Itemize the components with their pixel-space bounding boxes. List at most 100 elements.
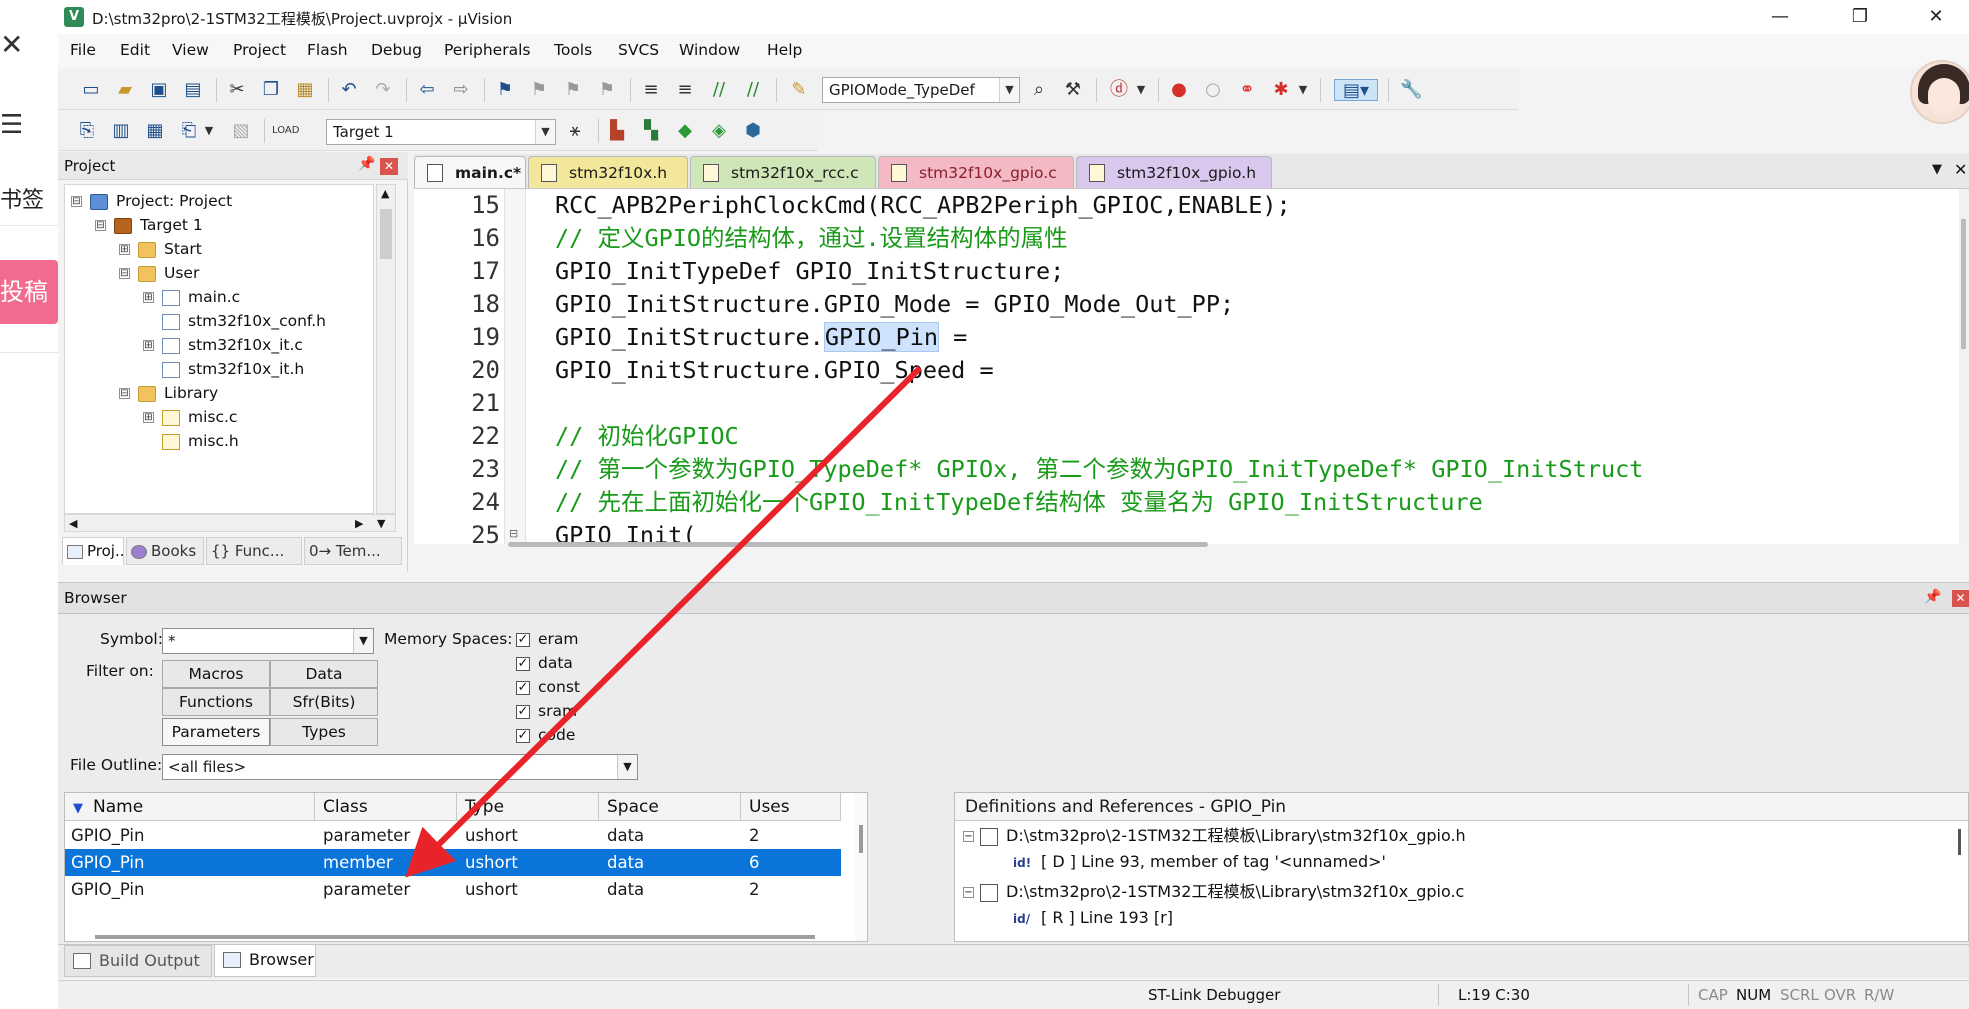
copy-icon[interactable]: ❐ (260, 79, 282, 101)
chevron-down-icon[interactable]: ▼ (1130, 79, 1152, 101)
comment-selection-icon[interactable]: // (708, 79, 730, 101)
checkbox-code[interactable]: ✓ code (516, 726, 575, 744)
definition-file-row[interactable]: − D:\stm32pro\2-1STM32工程模板\Library\stm32f… (963, 879, 1464, 905)
tree-item-misc-c[interactable]: ⊞ misc.c (143, 405, 237, 429)
tree-item-project[interactable]: ⊟ Project: Project (71, 189, 232, 213)
enable-breakpoint-icon[interactable]: ○ (1202, 79, 1224, 101)
fold-margin[interactable]: ⊟ (504, 189, 526, 544)
target-combo[interactable]: Target 1 ▼ (326, 119, 556, 145)
check-icon[interactable]: ✓ (516, 728, 530, 743)
hamburger-menu-icon[interactable]: ☰ (0, 112, 23, 138)
tree-item-misc-h[interactable]: misc.h (162, 429, 239, 453)
navigate-back-icon[interactable]: ⇦ (416, 79, 438, 101)
select-packs-icon[interactable]: ◆ (674, 120, 696, 142)
code-line[interactable]: GPIO_InitStructure.GPIO_Speed = (555, 354, 994, 387)
pin-icon[interactable]: 📌 (358, 156, 375, 172)
menu-help[interactable]: Help (767, 41, 802, 59)
menu-view[interactable]: View (172, 41, 209, 59)
pin-icon[interactable]: 📌 (1924, 589, 1941, 605)
chevron-down-icon[interactable]: ▼ (198, 120, 220, 142)
menu-window[interactable]: Window (679, 41, 740, 59)
close-icon[interactable]: ✕ (0, 28, 23, 61)
check-icon[interactable]: ✓ (516, 656, 530, 671)
expand-icon[interactable]: ⊞ (143, 340, 154, 351)
tab-stm32f10x-gpio-h[interactable]: stm32f10x_gpio.h (1076, 156, 1272, 188)
next-bookmark-icon[interactable]: ⚑ (562, 79, 584, 101)
navigate-forward-icon[interactable]: ⇨ (450, 79, 472, 101)
find-combo[interactable]: GPIOMode_TypeDef ▼ (822, 77, 1020, 103)
disable-breakpoints-icon[interactable]: ⚭ (1236, 79, 1258, 101)
window-layout-icon[interactable]: ▤▾ (1334, 79, 1378, 101)
unindent-icon[interactable]: ≡ (674, 79, 696, 101)
filter-functions-button[interactable]: Functions (162, 688, 270, 716)
build-icon[interactable]: ▥ (110, 120, 132, 142)
tree-item-start[interactable]: ⊞ Start (119, 237, 202, 261)
scroll-thumb[interactable] (859, 825, 863, 853)
menu-svcs[interactable]: SVCS (618, 41, 659, 59)
defs-scroll-thumb[interactable] (1958, 829, 1961, 855)
open-file-icon[interactable]: ▰ (114, 79, 136, 101)
check-icon[interactable]: ✓ (516, 632, 530, 647)
tab-stm32f10x-h[interactable]: stm32f10x.h (528, 156, 688, 188)
translate-icon[interactable]: ⎘ (76, 120, 98, 142)
scroll-thumb[interactable] (380, 209, 392, 259)
manage-multi-project-icon[interactable]: ▚ (640, 120, 662, 142)
menu-tools[interactable]: Tools (554, 41, 592, 59)
rebuild-icon[interactable]: ▦ (144, 120, 166, 142)
chevron-down-icon[interactable]: ▼ (353, 629, 373, 653)
table-horizontal-scrollbar[interactable] (95, 935, 815, 939)
tab-functions[interactable]: {} Func... (206, 537, 302, 565)
previous-bookmark-icon[interactable]: ⚑ (528, 79, 550, 101)
fold-toggle-icon[interactable]: ⊟ (509, 527, 518, 540)
scroll-thumb[interactable] (1961, 219, 1966, 349)
manage-run-time-environment-icon[interactable]: ◈ (708, 120, 730, 142)
chevron-down-icon[interactable]: ▼ (999, 78, 1019, 102)
tree-item-user[interactable]: ⊟ User (119, 261, 199, 285)
check-icon[interactable]: ✓ (516, 704, 530, 719)
collapse-icon[interactable]: − (963, 831, 974, 842)
code-line[interactable]: RCC_APB2PeriphClockCmd(RCC_APB2Periph_GP… (555, 189, 1291, 222)
tab-project[interactable]: Proj... (62, 537, 129, 565)
tab-browser[interactable]: Browser (214, 945, 316, 977)
close-panel-button[interactable]: ✕ (1952, 590, 1969, 607)
filter-parameters-button[interactable]: Parameters (162, 718, 270, 746)
chevron-down-icon[interactable]: ▼ (535, 120, 555, 144)
collapse-icon[interactable]: ⊟ (71, 196, 82, 207)
indent-icon[interactable]: ≡ (640, 79, 662, 101)
tree-item-it-h[interactable]: stm32f10x_it.h (162, 357, 304, 381)
menu-edit[interactable]: Edit (120, 41, 150, 59)
expand-icon[interactable]: ⊞ (143, 292, 154, 303)
code-comment-line[interactable]: // 第一个参数为GPIO_TypeDef* GPIOx, 第二个参数为GPIO… (555, 453, 1643, 486)
clear-bookmarks-icon[interactable]: ⚑ (596, 79, 618, 101)
symbol-combo[interactable]: * ▼ (162, 628, 374, 654)
find-in-files-icon[interactable]: ✎ (788, 79, 810, 101)
definition-file-row[interactable]: − D:\stm32pro\2-1STM32工程模板\Library\stm32f… (963, 823, 1466, 849)
tab-build-output[interactable]: Build Output (64, 945, 212, 977)
close-window-button[interactable]: ✕ (1904, 2, 1968, 32)
column-header-space[interactable]: Space (599, 793, 741, 821)
reference-row[interactable]: id/ [ R ] Line 193 [r] (1013, 905, 1173, 931)
menu-flash[interactable]: Flash (307, 41, 348, 59)
scroll-down-icon[interactable]: ▼ (377, 517, 385, 530)
insert-breakpoint-icon[interactable]: ● (1168, 79, 1190, 101)
manage-project-items-icon[interactable]: ▙ (606, 120, 628, 142)
table-vertical-scrollbar[interactable] (855, 793, 867, 941)
close-tab-icon[interactable]: ✕ (1954, 160, 1967, 179)
tree-item-library[interactable]: ⊟ Library (119, 381, 218, 405)
uncomment-selection-icon[interactable]: // (742, 79, 764, 101)
undo-icon[interactable]: ↶ (338, 79, 360, 101)
checkbox-const[interactable]: ✓ const (516, 678, 580, 696)
close-panel-button[interactable]: ✕ (380, 158, 398, 175)
scroll-left-icon[interactable]: ◀ (69, 517, 77, 530)
scroll-right-icon[interactable]: ▶ (355, 517, 363, 530)
menu-peripherals[interactable]: Peripherals (444, 41, 530, 59)
menu-project[interactable]: Project (233, 41, 286, 59)
stop-build-icon[interactable]: ▧ (230, 120, 252, 142)
tab-stm32f10x-gpio-c[interactable]: stm32f10x_gpio.c (878, 156, 1074, 188)
new-file-icon[interactable]: ▭ (80, 79, 102, 101)
tree-item-main-c[interactable]: ⊞ main.c (143, 285, 240, 309)
post-button[interactable]: 投稿 (0, 260, 58, 324)
code-comment-line[interactable]: // 初始化GPIOC (555, 420, 739, 453)
editor-vertical-scrollbar[interactable] (1959, 189, 1969, 544)
tree-item-target[interactable]: ⊟ Target 1 (95, 213, 203, 237)
